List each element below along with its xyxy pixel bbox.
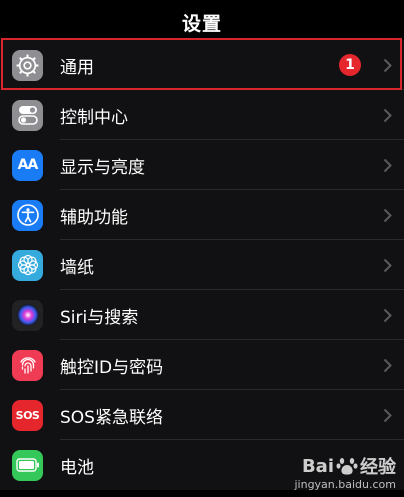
notification-badge: 1 bbox=[339, 54, 361, 76]
settings-row-touch-id-passcode[interactable]: 触控ID与密码 bbox=[0, 340, 404, 390]
settings-row-display-brightness[interactable]: AA 显示与亮度 bbox=[0, 140, 404, 190]
chevron-right-icon bbox=[383, 108, 392, 122]
text-size-icon: AA bbox=[12, 149, 43, 181]
siri-icon bbox=[12, 299, 43, 331]
baidu-jingyan-watermark: Bai 经验 jingyan.baidu.com bbox=[294, 453, 396, 492]
fingerprint-icon bbox=[12, 349, 43, 381]
chevron-right-icon bbox=[383, 208, 392, 222]
chevron-right-icon bbox=[383, 58, 392, 72]
settings-row-siri-search[interactable]: Siri与搜索 bbox=[0, 290, 404, 340]
chevron-right-icon bbox=[383, 358, 392, 372]
settings-row-label: 显示与亮度 bbox=[60, 157, 145, 178]
settings-row-label: SOS紧急联络 bbox=[60, 407, 163, 428]
sos-icon: SOS bbox=[12, 399, 43, 431]
settings-row-label: Siri与搜索 bbox=[60, 307, 139, 328]
settings-row-label: 通用 bbox=[60, 57, 94, 78]
settings-row-general[interactable]: 通用 1 bbox=[0, 40, 404, 90]
settings-row-wallpaper[interactable]: 墙纸 bbox=[0, 240, 404, 290]
chevron-right-icon bbox=[383, 258, 392, 272]
settings-row-label: 触控ID与密码 bbox=[60, 357, 164, 378]
sos-glyph: SOS bbox=[15, 408, 40, 422]
chevron-right-icon bbox=[383, 158, 392, 172]
settings-row-control-center[interactable]: 控制中心 bbox=[0, 90, 404, 140]
settings-row-label: 墙纸 bbox=[60, 257, 94, 278]
toggle-switches-icon bbox=[12, 99, 43, 131]
settings-row-emergency-sos[interactable]: SOS SOS紧急联络 bbox=[0, 390, 404, 440]
settings-row-label: 控制中心 bbox=[60, 107, 128, 128]
settings-row-accessibility[interactable]: 辅助功能 bbox=[0, 190, 404, 240]
settings-list: 通用 1 控制中心 AA 显示与亮度 辅助功能 墙纸 Siri与搜索 触控ID与… bbox=[0, 40, 404, 490]
paw-logo-icon bbox=[336, 458, 358, 475]
watermark-url: jingyan.baidu.com bbox=[294, 478, 396, 491]
gear-icon bbox=[12, 49, 43, 81]
watermark-brand-left: Bai bbox=[301, 455, 334, 477]
battery-icon bbox=[12, 449, 43, 481]
chevron-right-icon bbox=[383, 308, 392, 322]
accessibility-icon bbox=[12, 199, 43, 231]
settings-row-label: 辅助功能 bbox=[60, 207, 128, 228]
page-title: 设置 bbox=[181, 12, 222, 35]
watermark-brand-right: 经验 bbox=[360, 457, 396, 478]
nav-header: 设置 bbox=[0, 0, 404, 40]
chevron-right-icon bbox=[383, 408, 392, 422]
flower-icon bbox=[12, 249, 43, 281]
text-size-glyph: AA bbox=[17, 157, 39, 173]
